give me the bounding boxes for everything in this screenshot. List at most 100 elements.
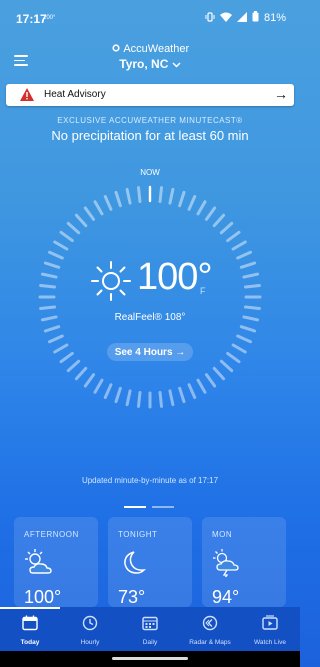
dial-tick xyxy=(196,200,207,216)
forecast-card-afternoon[interactable]: AFTERNOON 100° xyxy=(14,517,98,607)
nav-radar-maps[interactable]: Radar & Maps xyxy=(180,607,240,651)
forecast-card-mon[interactable]: MON 94° xyxy=(202,517,286,607)
battery-percent: 81% xyxy=(263,12,286,24)
signal-icon xyxy=(236,11,247,25)
dial-tick xyxy=(83,206,96,221)
gesture-bar xyxy=(0,651,300,667)
chevron-down-icon xyxy=(172,62,181,68)
thunderstorm-icon xyxy=(213,549,239,577)
nav-hourly[interactable]: Hourly xyxy=(60,607,120,651)
nav-today[interactable]: Today xyxy=(0,607,60,651)
dial-tick xyxy=(40,272,58,279)
dial-tick xyxy=(137,390,142,408)
battery-icon xyxy=(252,11,259,25)
forecast-label: AFTERNOON xyxy=(24,530,79,539)
warning-icon xyxy=(20,88,34,101)
dial-tick xyxy=(66,359,81,373)
dial-tick xyxy=(219,221,234,235)
dial-tick xyxy=(66,221,81,235)
bottom-nav: Today Hourly Daily Radar & Maps Watch Li… xyxy=(0,607,300,651)
forecast-temp: 100° xyxy=(24,587,62,607)
dial-tick xyxy=(168,389,175,407)
wifi-icon xyxy=(219,12,232,25)
dial-tick xyxy=(43,325,61,333)
dial-tick xyxy=(219,359,234,373)
dial-tick xyxy=(231,343,247,354)
forecast-label: TONIGHT xyxy=(118,530,158,539)
nav-label: Today xyxy=(20,639,40,646)
dial-tick xyxy=(239,261,257,269)
clock-icon xyxy=(82,615,98,631)
dial-tick xyxy=(74,213,88,228)
minutecast-text[interactable]: No precipitation for at least 60 min xyxy=(0,128,300,143)
dial-tick xyxy=(74,366,88,381)
radar-icon xyxy=(202,615,218,631)
arrow-right-icon: → xyxy=(274,86,288,102)
dial-tick xyxy=(168,187,175,205)
forecast-temp: 94° xyxy=(212,587,240,607)
brand: AccuWeather xyxy=(0,43,300,55)
dial-tick xyxy=(187,383,197,399)
forecast-card-tonight[interactable]: TONIGHT 73° xyxy=(108,517,192,607)
dial-tick xyxy=(196,378,207,394)
nav-label: Watch Live xyxy=(254,639,286,646)
dial-tick xyxy=(243,305,261,310)
dial-tick xyxy=(48,250,64,260)
page-dot-active xyxy=(124,506,146,508)
updated-text: Updated minute-by-minute as of 17:17 xyxy=(81,476,219,485)
dial-tick xyxy=(231,240,247,251)
dial-tick xyxy=(158,390,163,408)
dial-tick xyxy=(103,383,113,399)
moon-icon xyxy=(124,551,147,574)
brand-name: AccuWeather xyxy=(123,43,190,55)
dial-tick xyxy=(125,187,132,205)
nav-label: Radar & Maps xyxy=(189,639,231,646)
dial-tick xyxy=(93,378,104,394)
dial-tick xyxy=(39,305,57,310)
temperature-unit: F xyxy=(200,286,206,296)
dial-tick xyxy=(137,186,142,204)
dial-tick xyxy=(93,200,104,216)
partly-cloudy-icon xyxy=(25,549,52,574)
forecast-temp: 73° xyxy=(118,587,146,607)
dial-tick xyxy=(83,373,96,388)
status-temp: 100° xyxy=(43,15,56,21)
dial-tick xyxy=(236,250,252,260)
calendar-grid-icon xyxy=(142,616,158,631)
dial-tick xyxy=(204,206,217,221)
nav-daily[interactable]: Daily xyxy=(120,607,180,651)
nav-watch-live[interactable]: Watch Live xyxy=(240,607,300,651)
location-name: Tyro, NC xyxy=(119,57,169,71)
dial-tick xyxy=(242,272,260,279)
dial-tick xyxy=(53,343,69,354)
dial-tick xyxy=(212,366,226,381)
calendar-icon xyxy=(22,615,38,631)
dial-tick xyxy=(53,240,69,251)
home-indicator xyxy=(112,657,188,660)
see-4-hours-button[interactable]: See 4 Hours → xyxy=(107,343,193,361)
dial-tick xyxy=(239,325,257,333)
alert-label: Heat Advisory xyxy=(44,89,106,100)
nav-label: Hourly xyxy=(80,639,100,646)
status-bar: 17:17 100° 81% xyxy=(0,0,300,36)
dial-tick xyxy=(204,373,217,388)
dial-tick xyxy=(243,284,261,289)
dial-tick xyxy=(48,334,64,344)
dial-tick xyxy=(114,190,122,208)
dial-tick xyxy=(226,230,241,243)
page-indicator xyxy=(124,495,180,513)
dial-tick xyxy=(59,230,74,243)
status-icons: 81% xyxy=(205,11,286,25)
forecast-label: MON xyxy=(212,530,233,539)
minutecast-title: EXCLUSIVE ACCUWEATHER MINUTECAST® xyxy=(57,116,243,125)
vibrate-icon xyxy=(205,11,215,25)
dial-tick xyxy=(178,386,186,404)
dial-now-label: NOW xyxy=(140,168,160,177)
sun-icon xyxy=(91,261,131,301)
location-selector[interactable]: Tyro, NC xyxy=(0,57,300,71)
heat-advisory-banner[interactable]: Heat Advisory → xyxy=(6,84,294,106)
dial-tick xyxy=(187,195,197,211)
dial-tick xyxy=(212,213,226,228)
dial-tick xyxy=(125,389,132,407)
dial-tick xyxy=(114,386,122,404)
